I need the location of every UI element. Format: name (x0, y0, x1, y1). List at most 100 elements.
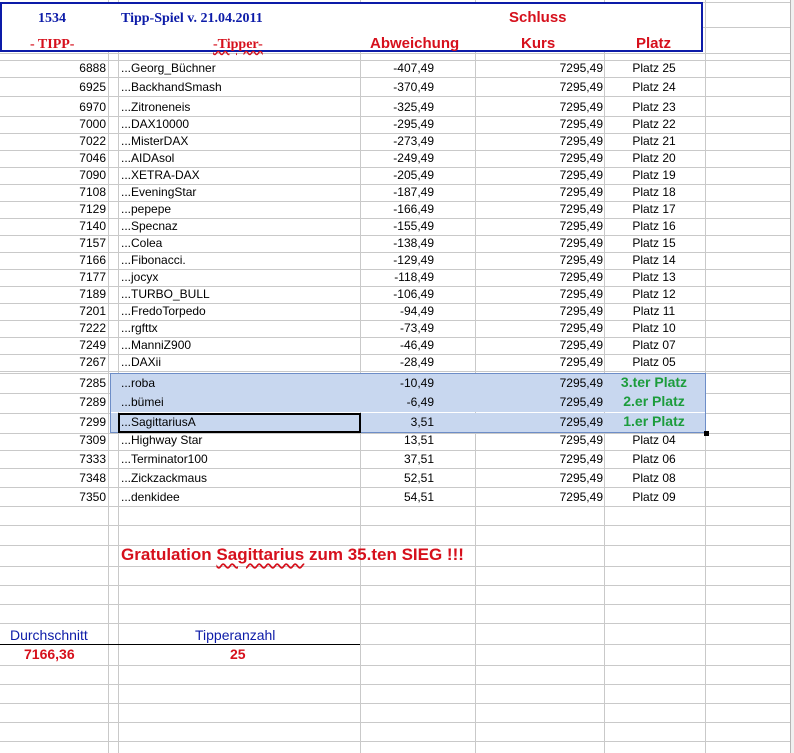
cell-tipp[interactable]: 7267 (0, 354, 106, 371)
cell-tipper[interactable]: ...BackhandSmash (121, 79, 222, 96)
cell-platz[interactable]: Platz 14 (604, 252, 704, 269)
cell-platz[interactable]: Platz 10 (604, 320, 704, 337)
cell-platz[interactable]: Platz 19 (604, 167, 704, 184)
cell-kurs[interactable]: 7295,49 (478, 470, 603, 487)
cell-platz[interactable]: Platz 08 (604, 470, 704, 487)
cell-abweichung[interactable]: -106,49 (362, 286, 434, 303)
cell-platz[interactable]: Platz 16 (604, 218, 704, 235)
cell-tipp[interactable]: 7348 (0, 470, 106, 487)
cell-kurs[interactable]: 7295,49 (478, 269, 603, 286)
cell-tipper[interactable]: ...jocyx (121, 269, 158, 286)
cell-tipp[interactable]: 7285 (0, 375, 106, 392)
cell-abweichung[interactable]: -129,49 (362, 252, 434, 269)
cell-platz[interactable]: Platz 12 (604, 286, 704, 303)
cell-abweichung[interactable]: -273,49 (362, 133, 434, 150)
spreadsheet-grid[interactable]: 1534 Tipp-Spiel v. 21.04.2011 Schluss - … (0, 0, 794, 753)
cell-tipper[interactable]: ...TURBO_BULL (121, 286, 210, 303)
cell-kurs[interactable]: 7295,49 (478, 99, 603, 116)
cell-platz[interactable]: Platz 07 (604, 337, 704, 354)
cell-kurs[interactable]: 7295,49 (478, 394, 603, 411)
cell-tipper[interactable]: ...pepepe (121, 201, 171, 218)
cell-abweichung[interactable]: -46,49 (362, 337, 434, 354)
cell-kurs[interactable]: 7295,49 (478, 60, 603, 77)
cell-abweichung[interactable]: -249,49 (362, 150, 434, 167)
cell-platz[interactable]: Platz 13 (604, 269, 704, 286)
cell-platz[interactable]: Platz 18 (604, 184, 704, 201)
cell-tipper[interactable]: ...EveningStar (121, 184, 196, 201)
cell-kurs[interactable]: 7295,49 (478, 375, 603, 392)
cell-platz[interactable]: Platz 05 (604, 354, 704, 371)
cell-abweichung[interactable]: -407,49 (362, 60, 434, 77)
fill-handle[interactable] (704, 431, 709, 436)
cell-kurs[interactable]: 7295,49 (478, 432, 603, 449)
cell-abweichung[interactable]: -166,49 (362, 201, 434, 218)
col-header-abweichung[interactable]: Abweichung (370, 35, 459, 52)
cell-kurs[interactable]: 7295,49 (478, 489, 603, 506)
cell-abweichung[interactable]: 3,51 (362, 414, 434, 431)
cell-tipper[interactable]: ...rgfttx (121, 320, 158, 337)
cell-kurs[interactable]: 7295,49 (478, 320, 603, 337)
cell-tipper[interactable]: ...bümei (121, 394, 164, 411)
cell-tipp[interactable]: 6970 (0, 99, 106, 116)
cell-platz[interactable]: Platz 20 (604, 150, 704, 167)
cell-abweichung[interactable]: -155,49 (362, 218, 434, 235)
schluss-label[interactable]: Schluss (509, 9, 567, 26)
cell-kurs[interactable]: 7295,49 (478, 201, 603, 218)
cell-tipp[interactable]: 7177 (0, 269, 106, 286)
cell-platz-winner[interactable]: 2.er Platz (604, 393, 704, 410)
cell-platz-winner[interactable]: 1.er Platz (604, 413, 704, 430)
cell-kurs[interactable]: 7295,49 (478, 167, 603, 184)
cell-kurs[interactable]: 7295,49 (478, 184, 603, 201)
cell-kurs[interactable]: 7295,49 (478, 354, 603, 371)
cell-kurs[interactable]: 7295,49 (478, 235, 603, 252)
tipperanzahl-value[interactable]: 25 (230, 646, 246, 663)
cell-platz[interactable]: Platz 24 (604, 79, 704, 96)
cell-kurs[interactable]: 7295,49 (478, 414, 603, 431)
cell-tipper[interactable]: ...Zitroneneis (121, 99, 190, 116)
cell-tipp[interactable]: 7222 (0, 320, 106, 337)
cell-abweichung[interactable]: -118,49 (362, 269, 434, 286)
cell-tipp[interactable]: 7189 (0, 286, 106, 303)
cell-tipp[interactable]: 7299 (0, 414, 106, 431)
cell-tipper[interactable]: ...FredoTorpedo (121, 303, 206, 320)
cell-tipper[interactable]: ...Zickzackmaus (121, 470, 207, 487)
cell-tipp[interactable]: 7022 (0, 133, 106, 150)
cell-abweichung[interactable]: -138,49 (362, 235, 434, 252)
cell-platz[interactable]: Platz 21 (604, 133, 704, 150)
game-id[interactable]: 1534 (38, 10, 66, 27)
cell-tipper[interactable]: ...ManniZ900 (121, 337, 191, 354)
cell-tipp[interactable]: 7333 (0, 451, 106, 468)
cell-kurs[interactable]: 7295,49 (478, 286, 603, 303)
cell-tipp[interactable]: 7249 (0, 337, 106, 354)
cell-platz[interactable]: Platz 04 (604, 432, 704, 449)
tipperanzahl-label[interactable]: Tipperanzahl (195, 627, 275, 644)
cell-tipper[interactable]: ...XETRA-DAX (121, 167, 200, 184)
cell-kurs[interactable]: 7295,49 (478, 79, 603, 96)
cell-tipper[interactable]: ...DAXii (121, 354, 161, 371)
cell-kurs[interactable]: 7295,49 (478, 218, 603, 235)
cell-tipp[interactable]: 7140 (0, 218, 106, 235)
cell-abweichung[interactable]: 37,51 (362, 451, 434, 468)
cell-abweichung[interactable]: -205,49 (362, 167, 434, 184)
cell-tipp[interactable]: 6925 (0, 79, 106, 96)
cell-tipp[interactable]: 7289 (0, 394, 106, 411)
cell-tipp[interactable]: 7201 (0, 303, 106, 320)
cell-tipper[interactable]: ...denkidee (121, 489, 180, 506)
cell-platz[interactable]: Platz 15 (604, 235, 704, 252)
cell-tipper[interactable]: ...Colea (121, 235, 162, 252)
cell-platz[interactable]: Platz 22 (604, 116, 704, 133)
cell-kurs[interactable]: 7295,49 (478, 337, 603, 354)
cell-abweichung[interactable]: -10,49 (362, 375, 434, 392)
cell-tipper[interactable]: ...AIDAsol (121, 150, 174, 167)
cell-abweichung[interactable]: 13,51 (362, 432, 434, 449)
col-header-kurs[interactable]: Kurs (521, 35, 555, 52)
cell-tipper[interactable]: ...roba (121, 375, 155, 392)
cell-tipp[interactable]: 6888 (0, 60, 106, 77)
cell-tipp[interactable]: 7000 (0, 116, 106, 133)
cell-tipper[interactable]: ...Highway Star (121, 432, 202, 449)
cell-abweichung[interactable]: -370,49 (362, 79, 434, 96)
cell-tipper[interactable]: ...Fibonacci. (121, 252, 186, 269)
cell-kurs[interactable]: 7295,49 (478, 451, 603, 468)
durchschnitt-label[interactable]: Durchschnitt (10, 627, 88, 644)
cell-tipp[interactable]: 7166 (0, 252, 106, 269)
